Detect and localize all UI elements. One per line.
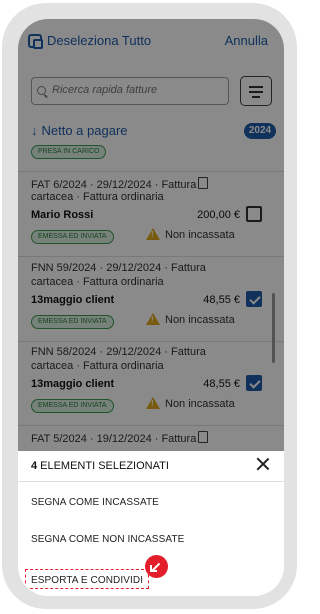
close-icon[interactable] [256,457,270,471]
divider [18,481,284,482]
mark-as-unpaid-option[interactable]: SEGNA COME NON INCASSATE [31,534,184,545]
selection-count-title: 4 ELEMENTI SELEZIONATI [31,460,169,472]
arrow-pointer-icon [145,555,168,578]
phone-frame: Deseleziona Tutto Annulla ↓Netto a pagar… [2,3,297,609]
action-sheet: 4 ELEMENTI SELEZIONATI SEGNA COME INCASSA… [18,451,284,596]
export-and-share-option[interactable]: ESPORTA E CONDIVIDI [25,569,149,589]
app-screen: Deseleziona Tutto Annulla ↓Netto a pagar… [18,19,284,596]
modal-overlay[interactable] [18,19,284,451]
mark-as-paid-option[interactable]: SEGNA COME INCASSATE [31,497,159,508]
